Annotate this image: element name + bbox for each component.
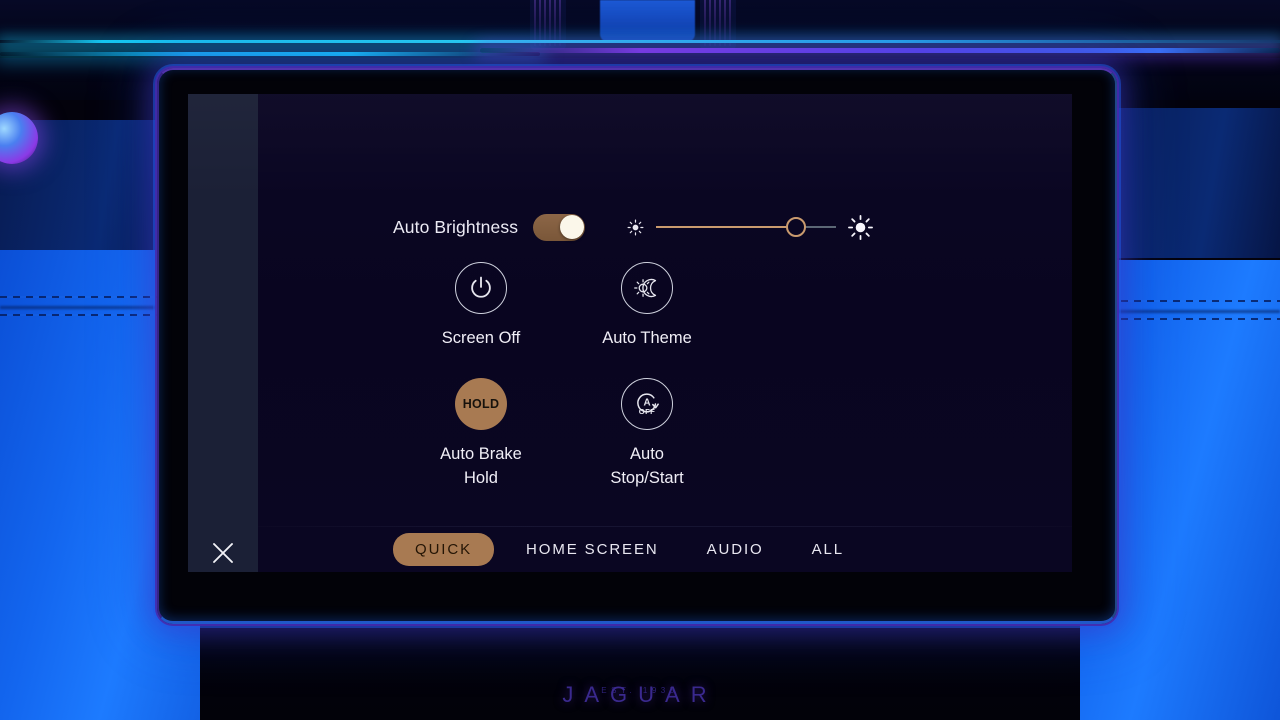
auto-brake-hold-icon-circle: HOLD (455, 378, 507, 431)
slider-thumb[interactable] (786, 217, 807, 237)
auto-brightness-label: Auto Brightness (393, 216, 519, 237)
tile-auto-brake-hold[interactable]: HOLD Auto Brake Hold (398, 378, 564, 490)
svg-text:OFF: OFF (639, 407, 655, 416)
screen-sidebar (188, 94, 258, 572)
auto-brightness-row: Auto Brightness (393, 206, 1072, 248)
auto-brightness-toggle[interactable] (533, 213, 586, 241)
ambient-light-strip-violet (480, 48, 1280, 53)
close-x-icon (213, 543, 233, 563)
quick-settings-row: Screen Off Auto Theme (398, 262, 758, 350)
quick-settings-row: HOLD Auto Brake Hold A OFF Auto Stop/Sta… (398, 378, 758, 490)
infotainment-display-bezel: Auto Brightness Screen Off Auto Theme HO… (157, 68, 1117, 624)
auto-stop-icon: A OFF (637, 393, 659, 416)
tab-quick[interactable]: QUICK (393, 532, 495, 566)
tab-all[interactable]: ALL (796, 533, 860, 566)
power-icon (471, 276, 491, 298)
tab-home-screen[interactable]: HOME SCREEN (510, 533, 675, 566)
sun-bright-icon (848, 214, 873, 240)
cabin-scene: EST. 1935 JAGUAR Auto Brightness Screen … (0, 0, 1280, 720)
tile-label: Auto Theme (602, 329, 692, 347)
brand-wordmark: JAGUAR (562, 682, 718, 707)
tile-auto-stop-start[interactable]: A OFF Auto Stop/Start (564, 378, 730, 490)
driver-display-glow (600, 0, 695, 42)
auto-theme-icon-circle (621, 262, 673, 314)
tab-audio[interactable]: AUDIO (691, 533, 780, 566)
slider-fill (656, 226, 797, 228)
ambient-light-strip-cyan-secondary (0, 52, 540, 56)
tile-label: Auto Stop/Start (610, 445, 684, 487)
brightness-slider-group (627, 214, 873, 240)
tile-screen-off[interactable]: Screen Off (398, 262, 564, 350)
tile-label: Auto Brake Hold (440, 445, 522, 487)
infotainment-screen: Auto Brightness Screen Off Auto Theme HO… (188, 94, 1072, 572)
tile-label: Screen Off (441, 329, 521, 347)
tile-auto-theme[interactable]: Auto Theme (564, 262, 730, 350)
toggle-knob (559, 215, 584, 239)
door-card-upper-right (1105, 108, 1280, 258)
hold-icon: HOLD (462, 397, 500, 412)
settings-tab-bar: QUICK HOME SCREEN AUDIO ALL (258, 526, 1072, 572)
quick-settings-tiles: Screen Off Auto Theme HOLD Auto Brake Ho… (398, 262, 758, 490)
sun-moon-icon (634, 278, 657, 298)
sun-dim-icon (627, 219, 644, 235)
auto-stop-start-icon-circle: A OFF (621, 378, 673, 431)
brightness-slider[interactable] (656, 217, 837, 237)
screen-off-icon-circle (455, 262, 507, 314)
ambient-light-strip-cyan (0, 40, 1280, 43)
close-button[interactable] (204, 534, 242, 572)
